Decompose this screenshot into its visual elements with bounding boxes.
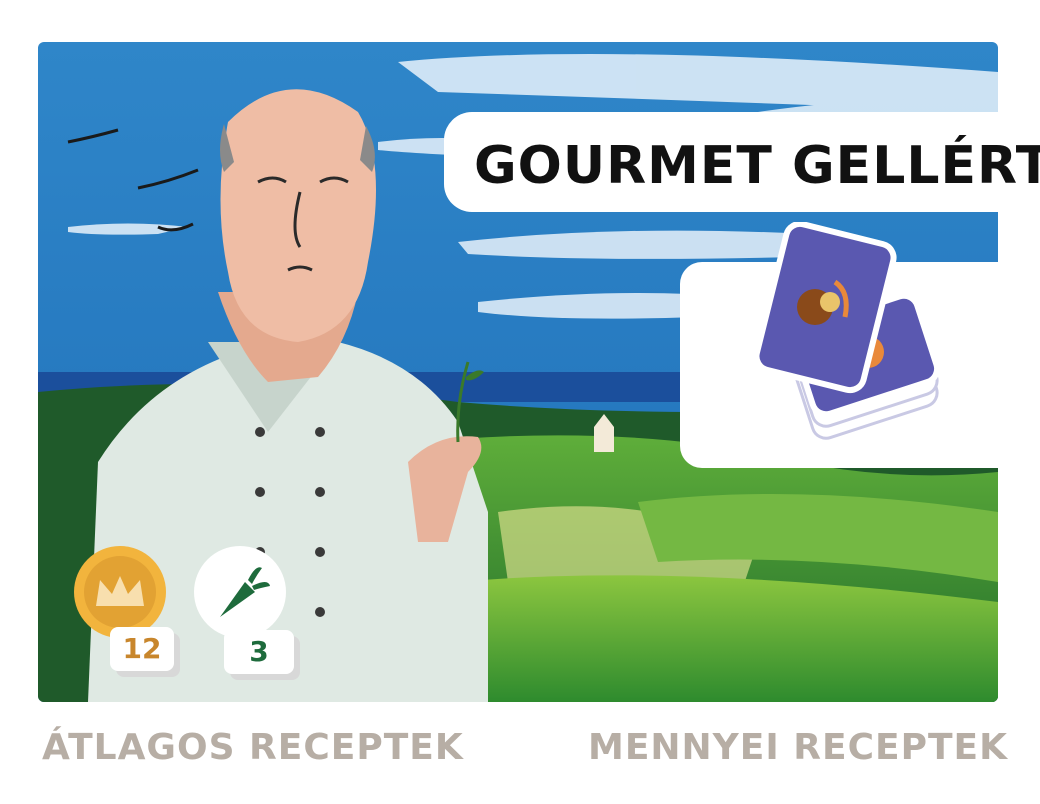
tasty-recipes-label: MENNYEI RECEPTEK xyxy=(588,727,1009,768)
average-recipes-label: ÁTLAGOS RECEPTEK xyxy=(42,727,464,768)
carrot-icon xyxy=(194,546,286,638)
character-name: GOURMET GELLÉRT xyxy=(474,136,1040,196)
chef-head xyxy=(220,89,376,342)
carrot-count: 3 xyxy=(224,630,294,674)
recipe-card-stack-icon[interactable] xyxy=(740,222,960,452)
crown-count: 12 xyxy=(110,627,174,671)
